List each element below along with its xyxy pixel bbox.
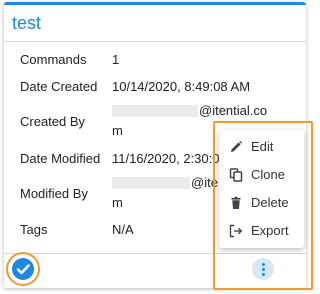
menu-item-clone[interactable]: Clone [219, 161, 304, 189]
commands-label: Commands [20, 52, 87, 67]
copy-icon [229, 168, 243, 182]
menu-item-label: Export [251, 223, 289, 238]
menu-item-edit[interactable]: Edit [219, 133, 304, 161]
date-created-label: Date Created [20, 79, 98, 94]
date-modified-label: Date Modified [20, 151, 101, 166]
menu-item-export[interactable]: Export [219, 217, 304, 245]
redacted-text [112, 105, 198, 117]
tags-label: Tags [20, 222, 48, 237]
created-by-value-wrap: m [112, 123, 123, 138]
modified-by-value-wrap: m [112, 195, 123, 210]
date-created-value: 10/14/2020, 8:49:08 AM [112, 79, 251, 94]
menu-item-label: Clone [251, 167, 285, 182]
menu-item-delete[interactable]: Delete [219, 189, 304, 217]
export-icon [229, 224, 243, 238]
card-title[interactable]: test [12, 13, 41, 34]
check-highlight-ring [6, 252, 40, 286]
pencil-icon [231, 140, 243, 152]
created-by-value: @itential.co [199, 103, 268, 118]
redacted-text [112, 177, 190, 189]
commands-value: 1 [112, 52, 120, 67]
menu-item-label: Edit [251, 139, 274, 154]
trash-icon [231, 196, 241, 209]
actions-menu: Edit Clone Delete Export [219, 130, 304, 248]
date-modified-value: 11/16/2020, 2:30:0 [112, 151, 220, 166]
tags-value: N/A [112, 222, 134, 237]
title-divider [4, 41, 306, 42]
menu-item-label: Delete [251, 195, 289, 210]
modified-by-label: Modified By [20, 186, 88, 201]
created-by-label: Created By [20, 114, 86, 129]
check-circle-icon[interactable] [12, 258, 34, 280]
